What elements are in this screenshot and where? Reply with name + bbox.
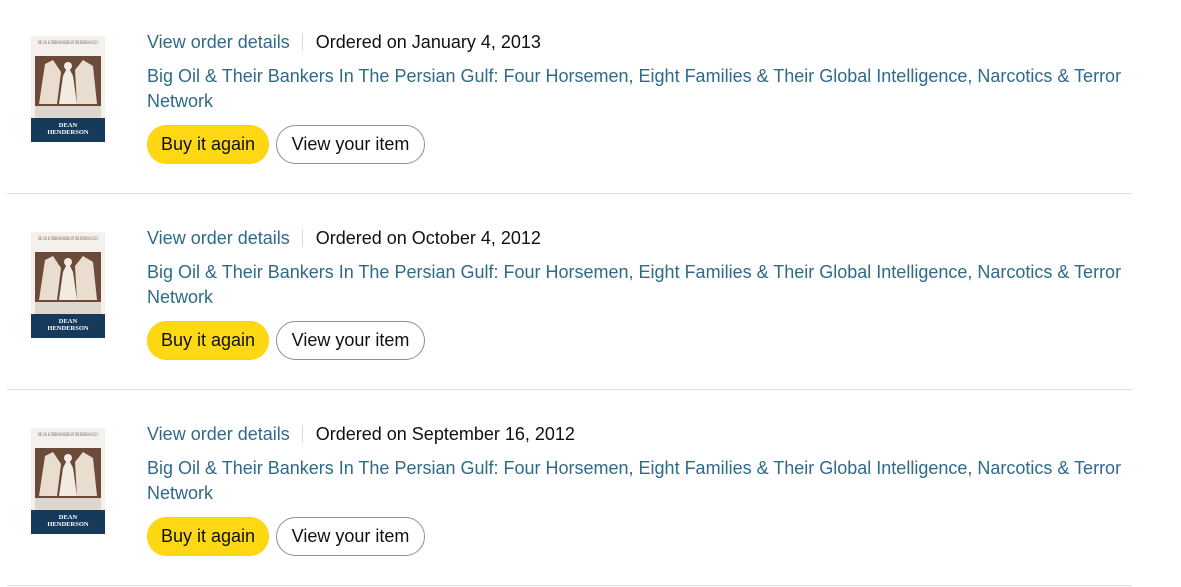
book-cover-image[interactable]: BIG OIL & THEIR BANKERS IN THE PERSIAN G…	[31, 36, 105, 142]
cover-author-last: HENDERSON	[47, 325, 88, 332]
view-your-item-button[interactable]: View your item	[276, 517, 425, 556]
book-cover-image[interactable]: BIG OIL & THEIR BANKERS IN THE PERSIAN G…	[31, 428, 105, 534]
view-order-details-link[interactable]: View order details	[147, 424, 290, 445]
row-divider	[7, 193, 1132, 194]
view-order-details-link[interactable]: View order details	[147, 32, 290, 53]
row-divider	[7, 585, 1132, 586]
view-order-details-link[interactable]: View order details	[147, 228, 290, 249]
order-row: BIG OIL & THEIR BANKERS IN THE PERSIAN G…	[0, 196, 1181, 391]
order-meta: View order details Ordered on October 4,…	[147, 227, 541, 249]
cover-title-text: BIG OIL & THEIR BANKERS IN THE PERSIAN G…	[38, 236, 98, 242]
book-cover-image[interactable]: BIG OIL & THEIR BANKERS IN THE PERSIAN G…	[31, 232, 105, 338]
buy-it-again-button[interactable]: Buy it again	[147, 517, 269, 556]
cover-title-text: BIG OIL & THEIR BANKERS IN THE PERSIAN G…	[38, 40, 98, 46]
view-your-item-button[interactable]: View your item	[276, 321, 425, 360]
cover-title-text: BIG OIL & THEIR BANKERS IN THE PERSIAN G…	[38, 432, 98, 438]
meta-separator	[301, 33, 303, 51]
order-meta: View order details Ordered on September …	[147, 423, 575, 445]
row-divider	[7, 389, 1132, 390]
buy-it-again-button[interactable]: Buy it again	[147, 125, 269, 164]
cover-author-first: DEAN	[59, 122, 78, 129]
meta-separator	[301, 425, 303, 443]
order-date: Ordered on September 16, 2012	[315, 423, 575, 444]
product-title-link[interactable]: Big Oil & Their Bankers In The Persian G…	[147, 456, 1127, 506]
order-row: BIG OIL & THEIR BANKERS IN THE PERSIAN G…	[0, 392, 1181, 587]
order-row: BIG OIL & THEIR BANKERS IN THE PERSIAN G…	[0, 0, 1181, 195]
cover-author-first: DEAN	[59, 318, 78, 325]
buy-it-again-button[interactable]: Buy it again	[147, 321, 269, 360]
product-title-link[interactable]: Big Oil & Their Bankers In The Persian G…	[147, 260, 1127, 310]
order-meta: View order details Ordered on January 4,…	[147, 31, 541, 53]
order-date: Ordered on October 4, 2012	[315, 227, 541, 248]
cover-author-last: HENDERSON	[47, 129, 88, 136]
product-title-link[interactable]: Big Oil & Their Bankers In The Persian G…	[147, 64, 1127, 114]
meta-separator	[301, 229, 303, 247]
cover-author-last: HENDERSON	[47, 521, 88, 528]
order-date: Ordered on January 4, 2013	[315, 31, 541, 52]
cover-author-first: DEAN	[59, 514, 78, 521]
view-your-item-button[interactable]: View your item	[276, 125, 425, 164]
